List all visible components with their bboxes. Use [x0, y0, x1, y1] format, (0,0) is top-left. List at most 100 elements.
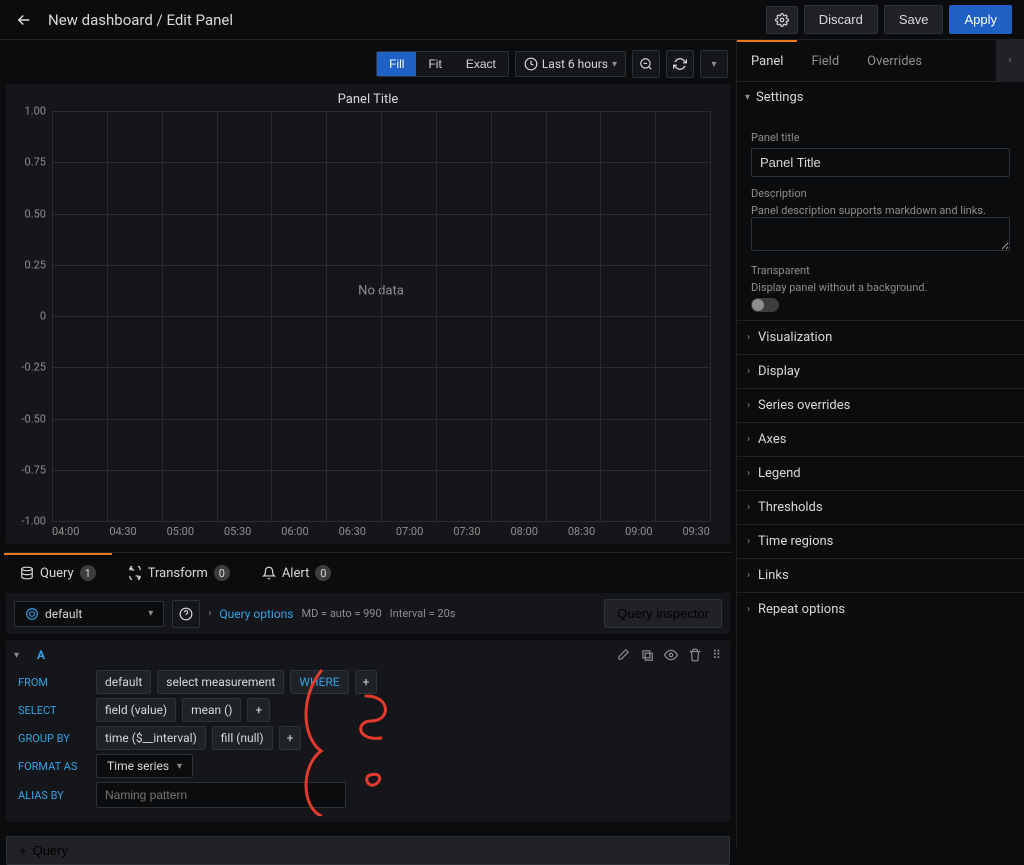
transparent-hint: Display panel without a background. — [751, 281, 1010, 294]
settings-button[interactable] — [766, 6, 798, 34]
section-thresholds[interactable]: › Thresholds — [737, 490, 1024, 524]
view-mode-group: Fill Fit Exact — [376, 51, 509, 77]
datasource-icon — [25, 607, 39, 621]
section-label: Links — [758, 568, 789, 583]
edit-query-icon[interactable] — [616, 648, 630, 662]
transparent-label: Transparent — [751, 264, 1010, 277]
refresh-interval-button[interactable]: ▾ — [700, 50, 728, 78]
query-options-link[interactable]: Query options — [219, 607, 293, 621]
panel-title-input[interactable] — [751, 148, 1010, 177]
page-title: New dashboard / Edit Panel — [48, 11, 233, 29]
refresh-button[interactable] — [666, 50, 694, 78]
group-fill-seg[interactable]: fill (null) — [212, 726, 273, 750]
chevron-right-icon: › — [747, 366, 750, 377]
chevron-right-icon: › — [747, 468, 750, 479]
y-tick-label: -0.75 — [22, 463, 47, 476]
formatas-select[interactable]: Time series ▾ — [96, 754, 193, 778]
section-label: Visualization — [758, 330, 832, 345]
section-display[interactable]: › Display — [737, 354, 1024, 388]
add-query-button[interactable]: + Query — [6, 836, 730, 865]
description-label: Description — [751, 187, 1010, 200]
chevron-right-icon: › — [747, 502, 750, 513]
tab-query[interactable]: Query 1 — [4, 553, 112, 591]
save-button[interactable]: Save — [884, 5, 944, 34]
section-visualization[interactable]: ›Visualization — [737, 320, 1024, 354]
datasource-help-button[interactable] — [172, 600, 200, 628]
section-label: Thresholds — [758, 500, 823, 515]
section-label: Display — [758, 364, 800, 379]
chevron-right-icon: › — [747, 536, 750, 547]
y-tick-label: -1.00 — [22, 515, 47, 528]
drag-query-icon[interactable]: ⠿ — [712, 648, 722, 662]
settings-section-toggle[interactable]: ▾ Settings — [737, 82, 1024, 113]
query-md-text: MD = auto = 990 — [302, 607, 382, 620]
section-repeat-options[interactable]: ›Repeat options — [737, 592, 1024, 626]
from-label: FROM — [14, 676, 90, 689]
alias-input[interactable] — [96, 782, 346, 808]
section-links[interactable]: ›Links — [737, 558, 1024, 592]
back-arrow-icon[interactable] — [12, 8, 36, 32]
section-label: Legend — [758, 466, 801, 481]
collapse-query-icon[interactable]: ▾ — [14, 650, 19, 661]
description-input[interactable] — [751, 217, 1010, 251]
tab-overrides[interactable]: Overrides — [853, 40, 936, 81]
x-tick-label: 04:00 — [52, 525, 79, 538]
y-tick-label: 0.75 — [25, 156, 46, 169]
chevron-down-icon: ▾ — [177, 761, 182, 772]
section-label: Axes — [758, 432, 786, 447]
hide-query-icon[interactable] — [664, 648, 678, 662]
apply-button[interactable]: Apply — [949, 5, 1012, 34]
fill-button[interactable]: Fill — [377, 52, 416, 76]
group-plus-icon[interactable]: + — [279, 726, 302, 750]
tabs-overflow-button[interactable]: › — [996, 40, 1024, 81]
tab-alert[interactable]: Alert 0 — [246, 553, 348, 591]
from-plus-icon[interactable]: + — [355, 670, 378, 694]
y-tick-label: -0.25 — [22, 361, 47, 374]
section-axes[interactable]: ›Axes — [737, 422, 1024, 456]
datasource-select[interactable]: default ▾ — [14, 601, 164, 627]
select-plus-icon[interactable]: + — [247, 698, 270, 722]
transparent-toggle[interactable] — [751, 298, 779, 312]
delete-query-icon[interactable] — [688, 648, 702, 662]
section-series-overrides[interactable]: ›Series overrides — [737, 388, 1024, 422]
y-tick-label: 0 — [40, 310, 46, 323]
tab-alert-label: Alert — [282, 566, 310, 581]
zoom-out-button[interactable] — [632, 50, 660, 78]
add-query-label: Query — [33, 843, 68, 858]
tab-transform[interactable]: Transform 0 — [112, 553, 246, 591]
tab-field[interactable]: Field — [797, 40, 853, 81]
query-interval-text: Interval = 20s — [390, 607, 456, 620]
tab-transform-label: Transform — [148, 566, 208, 581]
x-tick-label: 06:30 — [339, 525, 366, 538]
x-tick-label: 08:30 — [568, 525, 595, 538]
from-default-seg[interactable]: default — [96, 670, 151, 694]
group-time-seg[interactable]: time ($__interval) — [96, 726, 206, 750]
settings-heading: Settings — [756, 90, 803, 105]
x-tick-label: 08:00 — [511, 525, 538, 538]
transform-count-badge: 0 — [214, 565, 230, 581]
section-legend[interactable]: › Legend — [737, 456, 1024, 490]
from-where-seg[interactable]: WHERE — [290, 670, 348, 694]
query-id: A — [37, 648, 45, 662]
aliasby-label: ALIAS BY — [14, 789, 90, 802]
query-a-box: ▾ A ⠿ FROM default select measurement WH… — [6, 640, 730, 822]
from-measurement-seg[interactable]: select measurement — [157, 670, 284, 694]
y-tick-label: 0.25 — [25, 258, 46, 271]
groupby-label: GROUP BY — [14, 732, 90, 745]
query-inspector-button[interactable]: Query inspector — [604, 599, 722, 628]
y-tick-label: 1.00 — [25, 105, 46, 118]
query-count-badge: 1 — [80, 565, 96, 581]
transform-icon — [128, 566, 142, 580]
chevron-right-icon: › — [747, 604, 750, 615]
time-range-picker[interactable]: Last 6 hours ▾ — [515, 51, 626, 77]
fit-button[interactable]: Fit — [416, 52, 453, 76]
formatas-value: Time series — [107, 759, 169, 773]
tab-panel[interactable]: Panel — [737, 40, 797, 81]
discard-button[interactable]: Discard — [804, 5, 878, 34]
select-field-seg[interactable]: field (value) — [96, 698, 176, 722]
move-query-icon[interactable] — [640, 648, 654, 662]
section-label: Time regions — [758, 534, 833, 549]
select-mean-seg[interactable]: mean () — [182, 698, 241, 722]
section-time-regions[interactable]: › Time regions — [737, 524, 1024, 558]
exact-button[interactable]: Exact — [454, 52, 508, 76]
